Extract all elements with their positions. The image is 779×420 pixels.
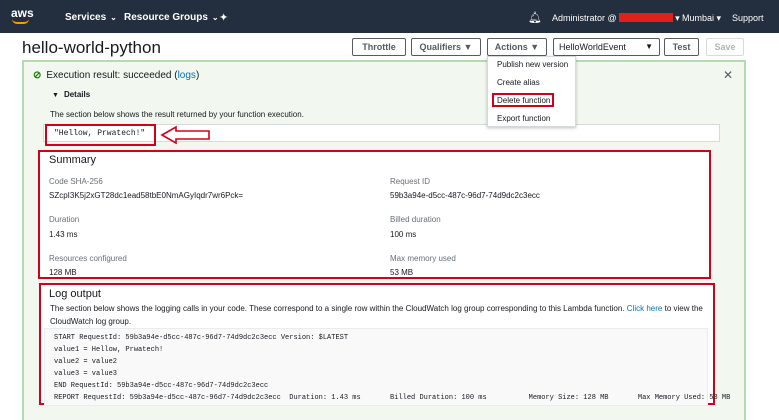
bell-icon[interactable]: 🔔︎	[528, 11, 542, 24]
aws-logo[interactable]: aws	[11, 6, 34, 20]
chevron-down-icon: ⌄	[110, 13, 117, 22]
test-event-select[interactable]: HelloWorldEvent ▼	[553, 38, 660, 56]
account-menu[interactable]: Administrator @ ▾	[552, 13, 680, 24]
delete-highlight-box	[492, 93, 554, 107]
resources-configured-label: Resources configured	[49, 254, 127, 263]
resource-groups-label: Resource Groups	[124, 12, 208, 23]
log-line: value1 = Hellow, Prwatech!	[54, 346, 164, 354]
services-label: Services	[65, 12, 107, 23]
log-line: value2 = value2	[54, 358, 118, 366]
request-id-value: 59b3a94e-d5cc-487c-96d7-74d9dc2c3ecc	[390, 191, 540, 200]
log-line: START RequestId: 59b3a94e-d5cc-487c-96d7…	[54, 334, 349, 342]
region-label: Mumbai	[682, 13, 715, 23]
function-name: hello-world-python	[22, 38, 161, 57]
execution-result-heading: ⊘ Execution result: succeeded (logs)	[33, 70, 199, 81]
logs-link[interactable]: logs	[178, 70, 196, 81]
resource-groups-menu[interactable]: Resource Groups ⌄	[124, 12, 219, 23]
billed-duration-value: 100 ms	[390, 230, 417, 239]
qualifiers-button[interactable]: Qualifiers ▼	[411, 38, 481, 56]
throttle-button[interactable]: Throttle	[352, 38, 406, 56]
result-description: The section below shows the result retur…	[50, 110, 304, 119]
log-output-description: The section below shows the logging call…	[50, 302, 710, 328]
max-memory-value: 53 MB	[390, 268, 414, 277]
summary-title: Summary	[49, 154, 97, 166]
arrow-left-icon	[160, 125, 210, 145]
billed-duration-label: Billed duration	[390, 215, 441, 224]
code-sha-value: SZcpI3K5j2xGT28dc1ead58tbE0NmAGyIqdr7wr6…	[49, 191, 244, 200]
save-button[interactable]: Save	[706, 38, 744, 56]
request-id-label: Request ID	[390, 177, 431, 186]
log-line: value3 = value3	[54, 370, 118, 378]
details-label: Details	[63, 90, 91, 99]
summary-highlight-box	[38, 150, 711, 279]
execution-result-text: Execution result: succeeded (	[46, 70, 178, 81]
close-icon[interactable]: ✕	[723, 68, 733, 82]
max-memory-label: Max memory used	[390, 254, 456, 263]
qualifiers-label: Qualifiers	[419, 42, 462, 52]
pin-icon[interactable]: ✦	[219, 11, 228, 24]
aws-smile-icon	[12, 19, 29, 24]
caret-down-icon: ▼	[52, 92, 59, 99]
success-check-icon: ⊘	[33, 70, 42, 81]
log-output-title: Log output	[49, 288, 101, 300]
actions-button[interactable]: Actions ▼	[487, 38, 547, 56]
result-highlight-box	[45, 124, 156, 146]
caret-down-icon: ▼	[463, 42, 473, 52]
top-navigation-bar: aws Services ⌄ Resource Groups ⌄ ✦ 🔔︎ Admi…	[0, 0, 779, 33]
menu-item-publish-new-version[interactable]: Publish new version	[497, 60, 568, 69]
resources-configured-value: 128 MB	[49, 268, 77, 277]
details-toggle[interactable]: ▼ Details	[52, 90, 90, 99]
menu-item-export-function[interactable]: Export function	[497, 114, 550, 123]
chevron-down-icon: ⌄	[211, 13, 219, 22]
code-sha-label: Code SHA-256	[49, 177, 103, 186]
chevron-down-icon: ▾	[716, 13, 722, 23]
log-line: REPORT RequestId: 59b3a94e-d5cc-487c-96d…	[54, 394, 731, 402]
cloudwatch-link[interactable]: Click here	[627, 304, 663, 313]
duration-label: Duration	[49, 215, 80, 224]
chevron-down-icon: ▾	[675, 13, 680, 23]
actions-label: Actions	[494, 42, 528, 52]
log-note-part-a: The section below shows the logging call…	[50, 304, 625, 313]
services-menu[interactable]: Services ⌄	[65, 12, 117, 23]
duration-value: 1.43 ms	[49, 230, 78, 239]
menu-item-create-alias[interactable]: Create alias	[497, 78, 540, 87]
test-button[interactable]: Test	[664, 38, 699, 56]
redacted-account-name	[618, 13, 673, 22]
account-label: Administrator @	[552, 13, 617, 23]
log-line: END RequestId: 59b3a94e-d5cc-487c-96d7-7…	[54, 382, 269, 390]
test-event-value: HelloWorldEvent	[559, 42, 626, 52]
region-menu[interactable]: Mumbai ▾	[682, 13, 721, 24]
caret-down-icon: ▼	[645, 42, 653, 51]
execution-result-close-paren: )	[195, 70, 200, 81]
lambda-console: aws Services ⌄ Resource Groups ⌄ ✦ 🔔︎ Admi…	[0, 0, 779, 420]
support-menu[interactable]: Support	[732, 13, 764, 23]
caret-down-icon: ▼	[530, 42, 540, 52]
